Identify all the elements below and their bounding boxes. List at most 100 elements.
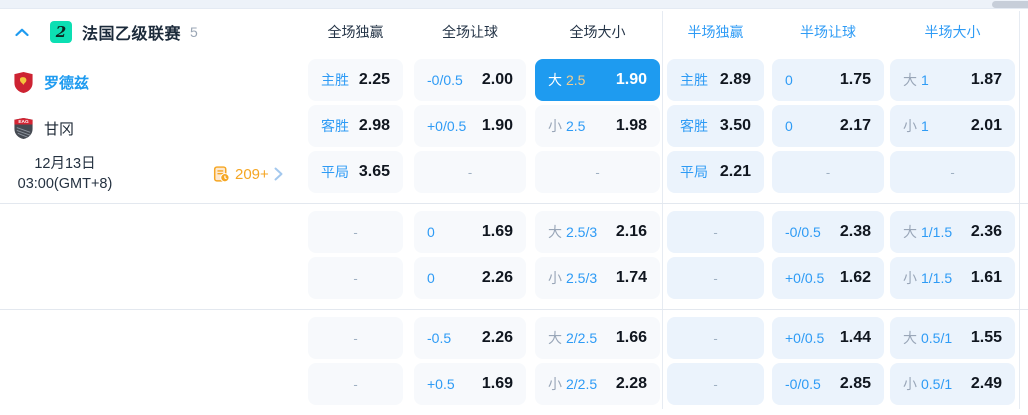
odds-cell[interactable]: 平局 2.21 <box>667 151 764 193</box>
separator-line <box>0 309 1028 310</box>
home-team-crest-icon <box>14 71 33 93</box>
odds-cell-empty: - <box>667 317 764 359</box>
empty-dash: - <box>467 164 473 180</box>
empty-dash: - <box>950 164 955 180</box>
odds-value: 2.49 <box>970 375 1002 392</box>
column-header-6[interactable]: 半场大小 <box>890 22 1015 42</box>
league-name: 法国乙级联赛 <box>82 26 182 43</box>
odds-cell[interactable]: 客胜 3.50 <box>667 105 764 147</box>
odds-value: 2.25 <box>358 71 390 88</box>
odds-row: - -0.5 2.26 大 2/2.5 1.66 - +0/0.5 1.44 大 0.5/1 1.55 <box>0 317 1028 359</box>
ou-label: 小 2.5/3 <box>548 270 598 286</box>
odds-value: 2.01 <box>970 117 1002 134</box>
odds-cell[interactable]: 0 2.26 <box>414 257 526 299</box>
odds-cell[interactable]: 大 2.5/3 2.16 <box>535 211 660 253</box>
odds-cell[interactable]: 大 1/1.5 2.36 <box>890 211 1015 253</box>
empty-dash: - <box>713 270 718 286</box>
match-info: 罗德兹 EAG 甘冈 12月13日 03:00(GMT+8) 209+ <box>0 59 300 197</box>
group-separator <box>0 303 1028 317</box>
ou-label: 大1 <box>903 72 929 88</box>
odds-cell-empty: - <box>772 151 884 193</box>
odds-cell[interactable]: +0.5 1.69 <box>414 363 526 405</box>
odds-cell[interactable]: 小 2.5/3 1.74 <box>535 257 660 299</box>
away-team-name: 甘冈 <box>44 120 75 138</box>
home-team-row[interactable]: 罗德兹 <box>0 59 300 105</box>
odds-value: 1.75 <box>839 71 871 88</box>
match-date: 12月13日 <box>34 156 96 172</box>
selection-label: 主胜 <box>321 72 349 88</box>
odds-cell[interactable]: 0 2.17 <box>772 105 884 147</box>
odds-cell-empty: - <box>308 317 403 359</box>
ou-label: 大 2.5/3 <box>548 224 598 240</box>
odds-cell-empty: - <box>308 211 403 253</box>
empty-dash: - <box>713 330 718 346</box>
odds-value: 1.69 <box>481 375 513 392</box>
odds-cell-empty: - <box>535 151 660 193</box>
odds-cell[interactable]: -0/0.5 2.38 <box>772 211 884 253</box>
column-header-3: 全场大小 <box>569 24 626 40</box>
collapse-chevron-up-icon[interactable] <box>15 28 29 37</box>
odds-cell[interactable]: 大 0.5/1 1.55 <box>890 317 1015 359</box>
odds-cell[interactable]: 小 2.5 1.98 <box>535 105 660 147</box>
odds-cell[interactable]: +0/0.5 1.90 <box>414 105 526 147</box>
away-team-row[interactable]: EAG 甘冈 <box>0 105 300 151</box>
odds-cell[interactable]: 主胜 2.89 <box>667 59 764 101</box>
selection-label: 主胜 <box>680 72 708 88</box>
odds-cell[interactable]: 小 0.5/1 2.49 <box>890 363 1015 405</box>
odds-cell[interactable]: 客胜 2.98 <box>308 105 403 147</box>
odds-cell[interactable]: 小 2/2.5 2.28 <box>535 363 660 405</box>
odds-cell[interactable]: 大 2/2.5 1.66 <box>535 317 660 359</box>
column-header-1: 全场独赢 <box>327 24 384 40</box>
empty-dash: - <box>353 376 358 392</box>
selection-label: +0.5 <box>427 376 455 392</box>
odds-value: 2.00 <box>481 71 513 88</box>
selection-label: -0/0.5 <box>427 72 463 88</box>
match-datetime: 12月13日 03:00(GMT+8) <box>0 154 130 194</box>
odds-value: 1.44 <box>839 329 871 346</box>
ou-label: 小 0.5/1 <box>903 376 953 392</box>
away-team-crest-icon: EAG <box>14 117 33 139</box>
odds-value: 2.16 <box>615 223 647 240</box>
ou-label: 大 2.5 <box>548 72 586 88</box>
column-header-4[interactable]: 半场独赢 <box>667 22 764 42</box>
odds-cell[interactable]: 大 2.5 1.90 <box>535 59 660 101</box>
chevron-right-icon <box>274 167 283 181</box>
odds-cell[interactable]: -0/0.5 2.85 <box>772 363 884 405</box>
odds-value: 2.85 <box>839 375 871 392</box>
odds-cell[interactable]: 大 1 1.87 <box>890 59 1015 101</box>
group-separator <box>0 197 1028 211</box>
odds-cell[interactable]: -0/0.5 2.00 <box>414 59 526 101</box>
column-header-5[interactable]: 半场让球 <box>772 22 884 42</box>
odds-cell[interactable]: -0.5 2.26 <box>414 317 526 359</box>
column-header-2: 全场让球 <box>442 24 498 40</box>
odds-value: 2.17 <box>839 117 871 134</box>
markets-count: 209+ <box>235 165 269 183</box>
odds-cell[interactable]: 0 1.69 <box>414 211 526 253</box>
top-strip <box>0 0 1028 9</box>
odds-cell[interactable]: +0/0.5 1.62 <box>772 257 884 299</box>
odds-value: 2.89 <box>719 71 751 88</box>
selection-label: 平局 <box>680 164 708 180</box>
odds-value: 1.69 <box>481 223 513 240</box>
empty-dash: - <box>595 164 600 180</box>
markets-count-icon <box>213 165 230 182</box>
odds-cell[interactable]: 0 1.75 <box>772 59 884 101</box>
odds-cell[interactable]: 平局 3.65 <box>308 151 403 193</box>
odds-cell[interactable]: 小 1/1.5 1.61 <box>890 257 1015 299</box>
odds-cell-empty: - <box>414 151 526 193</box>
scrollbar-thumb[interactable] <box>992 1 1028 8</box>
selection-label: +0/0.5 <box>785 270 825 286</box>
odds-cell-empty: - <box>308 257 403 299</box>
odds-row: - +0.5 1.69 小 2/2.5 2.28 - -0/0.5 2.85 小 0.5/1 2.49 <box>0 363 1028 405</box>
ou-label: 小 2/2.5 <box>548 376 598 392</box>
odds-cell[interactable]: +0/0.5 1.44 <box>772 317 884 359</box>
more-markets-button[interactable]: 209+ <box>213 151 283 197</box>
home-team-name: 罗德兹 <box>44 74 90 92</box>
odds-value: 1.61 <box>970 269 1002 286</box>
odds-cell[interactable]: 小 1 2.01 <box>890 105 1015 147</box>
odds-value: 1.62 <box>839 269 871 286</box>
odds-row: -0 1.69 大 2.5/3 2.16- -0/0.5 2.38 大 1/1.5 2.36 <box>0 211 1028 253</box>
empty-dash: - <box>353 270 358 286</box>
ou-label: 小 2.5 <box>548 118 586 134</box>
odds-cell[interactable]: 主胜 2.25 <box>308 59 403 101</box>
